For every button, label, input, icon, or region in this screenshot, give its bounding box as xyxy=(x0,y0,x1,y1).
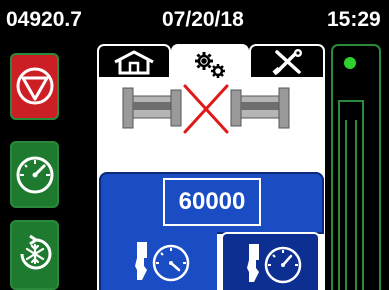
stop-button[interactable] xyxy=(10,53,59,120)
date-readout: 07/20/18 xyxy=(162,8,244,31)
defrost-icon xyxy=(20,234,52,270)
sensor-gauge-icon xyxy=(135,242,190,282)
tab-home[interactable] xyxy=(97,44,171,78)
tab-settings[interactable] xyxy=(171,44,249,84)
sensor-gauge-icon xyxy=(246,244,301,284)
status-indicator-led xyxy=(344,57,356,69)
gauge-button[interactable] xyxy=(10,141,59,208)
mode-left-button[interactable] xyxy=(99,232,217,290)
stop-icon xyxy=(16,67,54,105)
defrost-button[interactable] xyxy=(10,220,59,290)
mode-right-button[interactable] xyxy=(221,232,320,290)
value-field[interactable]: 60000 xyxy=(163,178,261,226)
tab-tools[interactable] xyxy=(249,44,325,78)
coupling-disconnected-icon xyxy=(122,84,290,134)
home-icon xyxy=(114,50,154,75)
time-readout: 15:29 xyxy=(327,8,381,31)
level-gauge-track xyxy=(345,120,357,290)
gauge-icon xyxy=(16,156,54,194)
gears-icon xyxy=(195,52,225,78)
value-readout: 60000 xyxy=(178,188,246,215)
status-bar: 04920.7 07/20/18 15:29 xyxy=(0,0,389,40)
tools-icon xyxy=(272,49,302,76)
counter-readout: 04920.7 xyxy=(6,8,82,31)
